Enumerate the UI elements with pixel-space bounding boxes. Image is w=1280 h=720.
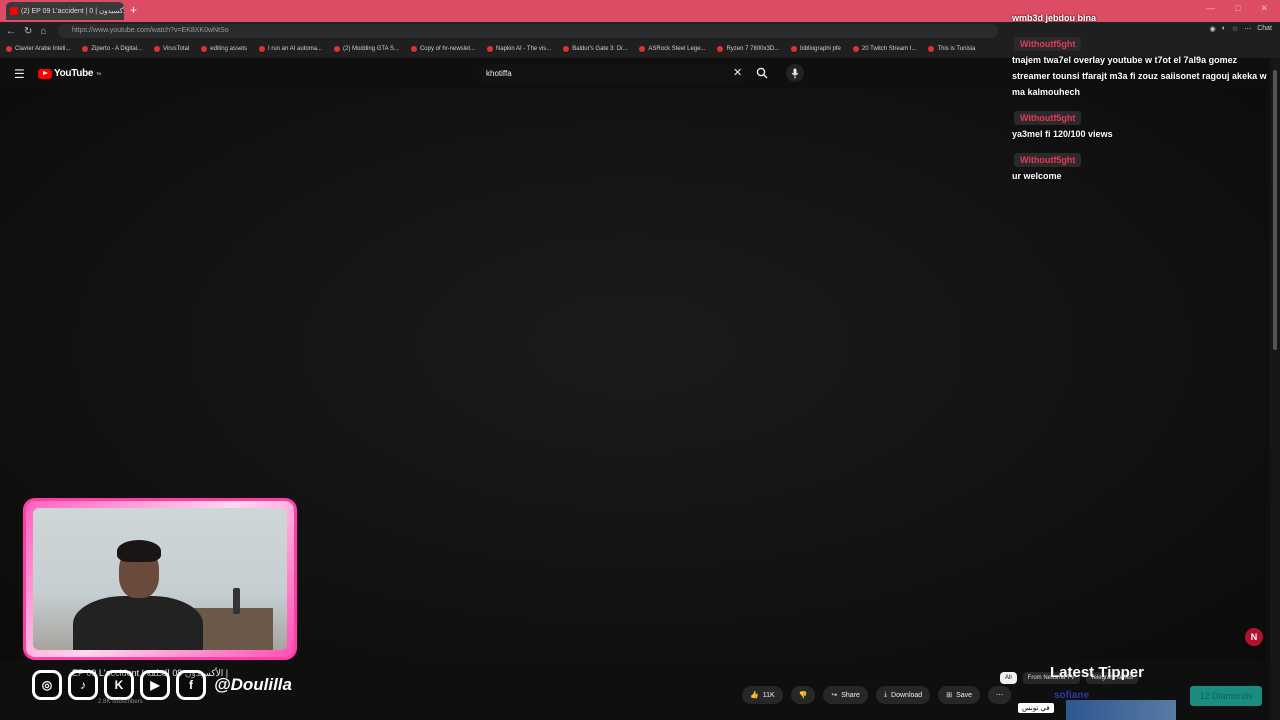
bookmark-item[interactable]: editing assets <box>201 46 247 52</box>
bookmark-item[interactable]: ASRock Steel Lege... <box>639 46 705 52</box>
youtube-logo[interactable]: YouTube TN <box>38 68 101 79</box>
bookmark-item[interactable]: VirusTotal <box>154 46 189 52</box>
address-bar[interactable]: https://www.youtube.com/watch?v=EK8XK0wN… <box>58 24 998 38</box>
bookmark-item[interactable]: Baldur's Gate 3: Di... <box>563 46 627 52</box>
chat-message-text: tnajem twa7el overlay youtube w t7ot el … <box>1012 55 1267 97</box>
browser-tab[interactable]: (2) EP 09 L'accident | الأكسيدون | 0 × <box>6 2 124 20</box>
chat-message-text: ur welcome <box>1012 171 1062 181</box>
instagram-icon: ◎ <box>32 670 62 700</box>
bookmark-icon: ⊞ <box>946 692 953 699</box>
streamer-body <box>73 596 203 650</box>
download-icon: ⤓ <box>883 691 888 698</box>
dislike-button[interactable]: 👎 <box>790 686 816 704</box>
background-object <box>233 588 240 614</box>
recommendation-thumbnail[interactable] <box>1066 700 1176 720</box>
tab-title: (2) EP 09 L'accident | الأكسيدون | 0 <box>21 8 124 15</box>
bookmark-item[interactable]: Clavier Arabe Intell... <box>6 46 70 52</box>
latest-tipper-label: Latest Tipper <box>1050 664 1144 681</box>
new-tab-button[interactable]: + <box>130 3 137 17</box>
share-icon: ↪ <box>831 692 838 699</box>
chat-message: Withoutf5ght ya3mel fi 120/100 views <box>1006 108 1268 142</box>
reload-icon[interactable]: ↻ <box>24 26 32 37</box>
chat-message: Withoutf5ght tnajem twa7el overlay youtu… <box>1006 34 1268 100</box>
bookmark-item[interactable]: Ryzen 7 7800x3D... <box>717 46 779 52</box>
download-button[interactable]: ⤓ Download <box>875 686 931 704</box>
youtube-icon: ▶ <box>140 670 170 700</box>
voice-search-button[interactable] <box>786 64 804 82</box>
chat-message: wmb3d jebdou bina <box>1006 10 1268 26</box>
like-button[interactable]: 👍 11K <box>742 686 783 704</box>
clear-search-icon[interactable]: ✕ <box>733 66 742 79</box>
bookmark-item[interactable]: Copy of hr-newslet... <box>410 46 475 52</box>
kick-icon: K <box>104 670 134 700</box>
arabic-tag: في تونس <box>1018 703 1054 713</box>
filter-chip-all[interactable]: All <box>1000 672 1017 684</box>
bookmark-item[interactable]: I run an AI automa... <box>259 46 322 52</box>
microphone-icon <box>791 68 799 78</box>
bookmark-item[interactable]: Napkin AI - The vis... <box>487 46 551 52</box>
back-icon[interactable]: ← <box>6 26 16 37</box>
scrollbar-thumb[interactable] <box>1273 70 1277 350</box>
chat-username: Withoutf5ght <box>1014 153 1082 167</box>
tipper-name: sofiane <box>1054 690 1090 701</box>
thumbs-up-icon: 👍 <box>750 692 759 699</box>
video-actions: 👍 11K 👎 ↪ Share ⤓ Download ⊞ Save ⋯ <box>742 686 1012 704</box>
chat-username: Withoutf5ght <box>1014 111 1082 125</box>
social-handles-overlay: ◎ ♪ K ▶ f @Doulilla <box>32 670 292 700</box>
search-icon <box>756 67 768 79</box>
save-button[interactable]: ⊞ Save <box>938 686 981 704</box>
webcam-feed <box>33 508 287 650</box>
share-button[interactable]: ↪ Share <box>823 686 868 704</box>
bookmark-item[interactable]: This is Tunisia <box>928 46 975 52</box>
scrollbar[interactable] <box>1270 58 1280 720</box>
social-handle: @Doulilla <box>214 675 292 694</box>
chat-message-text: ya3mel fi 120/100 views <box>1012 129 1113 139</box>
bookmark-item[interactable]: Ziperto - A Digital... <box>82 46 142 52</box>
streamer-hair <box>117 540 161 562</box>
tip-amount: 12 Diamonds <box>1190 686 1262 706</box>
webcam-frame <box>23 498 297 660</box>
tiktok-icon: ♪ <box>68 670 98 700</box>
channel-badge-icon: N <box>1245 628 1263 646</box>
search-input[interactable]: khotiffa <box>478 64 746 84</box>
subscriber-count: 2.8K subscribers <box>98 699 143 705</box>
bookmark-item[interactable]: 20 Twitch Stream I... <box>852 46 916 52</box>
home-icon[interactable]: ⌂ <box>40 26 46 37</box>
bookmark-item[interactable]: (2) Modding GTA S... <box>334 46 399 52</box>
chat-overlay: wmb3d jebdou bina Withoutf5ght tnajem tw… <box>1006 10 1268 192</box>
youtube-play-icon <box>38 68 52 79</box>
chat-message: Withoutf5ght ur welcome <box>1006 150 1268 184</box>
chat-username: Withoutf5ght <box>1014 37 1082 51</box>
youtube-favicon-icon <box>10 7 18 15</box>
hamburger-menu-icon[interactable]: ☰ <box>14 67 25 81</box>
facebook-icon: f <box>176 670 206 700</box>
search-button[interactable] <box>753 64 771 82</box>
bookmark-item[interactable]: bibliographi pfe <box>791 46 841 52</box>
chat-message-text: wmb3d jebdou bina <box>1012 13 1097 23</box>
thumbs-down-icon: 👎 <box>798 692 808 699</box>
more-actions-button[interactable]: ⋯ <box>988 686 1012 704</box>
